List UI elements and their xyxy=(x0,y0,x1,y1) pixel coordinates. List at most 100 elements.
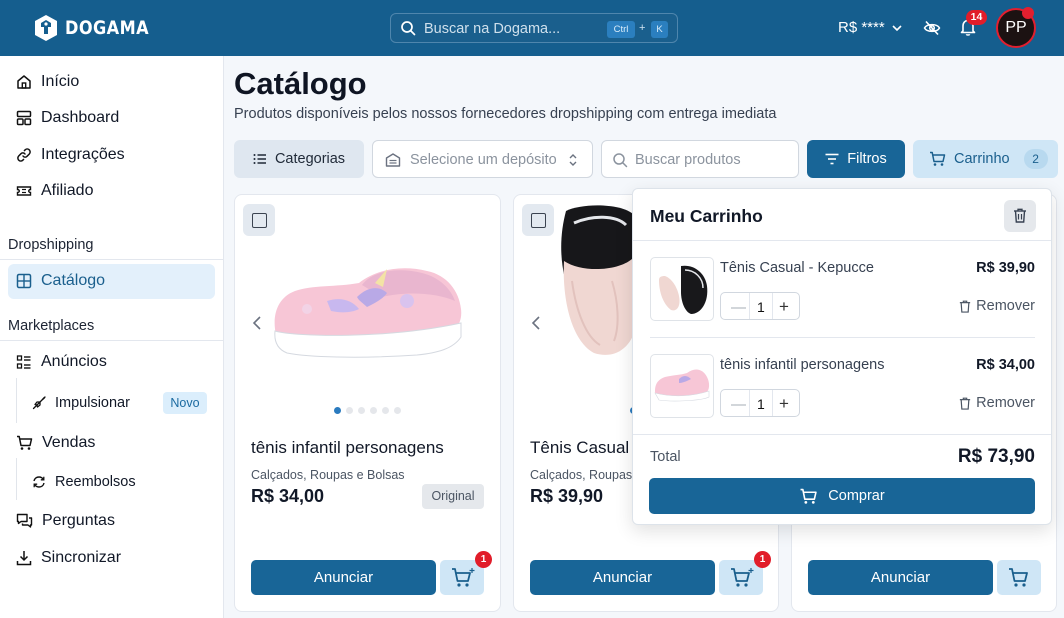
cart-item-image xyxy=(650,354,714,418)
anunciar-button[interactable]: Anunciar xyxy=(808,560,993,595)
sidebar-item-label: Impulsionar xyxy=(55,395,130,411)
sidebar-item-reembolsos[interactable]: Reembolsos xyxy=(32,474,136,490)
decrease-button[interactable]: — xyxy=(731,299,746,316)
sidebar-item-vendas[interactable]: Vendas xyxy=(16,434,95,452)
add-to-cart-button[interactable] xyxy=(997,560,1041,595)
balance-value: R$ **** xyxy=(838,19,885,36)
cart-title: Meu Carrinho xyxy=(650,206,763,226)
chevron-left-icon[interactable] xyxy=(251,315,263,331)
sidebar-item-label: Integrações xyxy=(41,146,125,163)
remove-label: Remover xyxy=(976,298,1035,314)
sidebar-item-label: Catálogo xyxy=(41,272,106,289)
carousel-dot[interactable] xyxy=(334,407,341,414)
sneaker-image xyxy=(659,265,708,314)
anunciar-button[interactable]: Anunciar xyxy=(251,560,436,595)
home-icon xyxy=(17,75,31,89)
sidebar-item-label: Anúncios xyxy=(41,353,107,370)
warehouse-select[interactable]: Selecione um depósito xyxy=(372,140,593,178)
avatar-status-dot xyxy=(1022,7,1034,19)
remove-item-button[interactable]: Remover xyxy=(959,395,1035,411)
divider xyxy=(650,337,1035,338)
filters-label: Filtros xyxy=(847,151,887,167)
remove-item-button[interactable]: Remover xyxy=(959,298,1035,314)
divider xyxy=(633,240,1051,241)
chat-icon xyxy=(16,513,33,528)
refresh-icon xyxy=(33,476,45,488)
sidebar-item-label: Dashboard xyxy=(41,109,120,126)
increase-button[interactable]: + xyxy=(779,297,789,317)
cart-button[interactable]: Carrinho 2 xyxy=(913,140,1058,178)
carousel-dot[interactable] xyxy=(370,407,377,414)
sidebar-item-label: Sincronizar xyxy=(41,549,122,566)
shortcut-ctrl: Ctrl xyxy=(607,21,635,38)
sidebar-item-label: Reembolsos xyxy=(55,474,136,490)
sidebar-item-impulsionar[interactable]: Impulsionar xyxy=(32,395,130,411)
buy-label: Comprar xyxy=(828,488,885,504)
decrease-button[interactable]: — xyxy=(731,396,746,413)
link-icon xyxy=(17,148,31,162)
sidebar-item-integracoes[interactable]: Integrações xyxy=(16,146,125,164)
stepper-divider xyxy=(749,293,750,319)
sidebar-item-label: Início xyxy=(41,73,80,90)
cart-icon xyxy=(800,488,818,504)
total-label: Total xyxy=(650,449,681,465)
product-category: Calçados, Roupas e Bolsas xyxy=(251,468,405,482)
trash-icon xyxy=(960,300,971,313)
catalog-grid-icon xyxy=(16,273,32,289)
eye-off-icon[interactable] xyxy=(923,19,941,37)
chevron-left-icon[interactable] xyxy=(530,315,542,331)
sidebar-item-afiliado[interactable]: Afiliado xyxy=(16,182,93,200)
sneaker-image xyxy=(654,369,710,402)
select-checkbox[interactable] xyxy=(243,204,275,236)
sidebar-item-perguntas[interactable]: Perguntas xyxy=(16,512,115,530)
select-checkbox[interactable] xyxy=(522,204,554,236)
sidebar-item-catalogo[interactable]: Catálogo xyxy=(16,272,105,290)
rocket-icon xyxy=(32,396,46,410)
filters-button[interactable]: Filtros xyxy=(807,140,905,178)
product-search-input[interactable]: Buscar produtos xyxy=(601,140,799,178)
categories-button[interactable]: Categorias xyxy=(234,140,364,178)
sidebar-item-inicio[interactable]: Início xyxy=(16,73,79,91)
quantity-stepper[interactable]: — 1 + xyxy=(720,292,800,320)
carousel-dot[interactable] xyxy=(346,407,353,414)
cart-item-price: R$ 34,00 xyxy=(976,357,1035,373)
cart-item-name: tênis infantil personagens xyxy=(720,357,885,373)
global-search[interactable]: Buscar na Dogama... Ctrl + K xyxy=(390,13,678,43)
cart-dropdown: Meu Carrinho Tênis Casual - Kepucce R$ 3… xyxy=(632,188,1052,525)
balance-toggle[interactable]: R$ **** xyxy=(838,19,903,36)
download-icon xyxy=(16,551,32,566)
list-icon xyxy=(253,154,266,164)
brand-name: DOGAMA xyxy=(65,17,150,39)
clear-cart-button[interactable] xyxy=(1004,200,1036,232)
sidebar-item-dashboard[interactable]: Dashboard xyxy=(16,109,119,127)
sidebar-item-label: Afiliado xyxy=(41,182,94,199)
carousel-dot[interactable] xyxy=(358,407,365,414)
cart-plus-icon xyxy=(452,568,475,587)
image-carousel-dots[interactable] xyxy=(334,407,401,414)
search-icon xyxy=(613,153,628,168)
product-card: tênis infantil personagens Calçados, Rou… xyxy=(234,194,501,612)
warehouse-icon xyxy=(385,153,401,167)
cart-icon xyxy=(17,435,33,450)
section-dropshipping: Dropshipping xyxy=(8,237,94,253)
page-title: Catálogo xyxy=(234,66,367,101)
product-name[interactable]: tênis infantil personagens xyxy=(251,438,444,458)
carousel-dot[interactable] xyxy=(394,407,401,414)
cart-item-name: Tênis Casual - Kepucce xyxy=(720,260,874,276)
anunciar-button[interactable]: Anunciar xyxy=(530,560,715,595)
increase-button[interactable]: + xyxy=(779,394,789,414)
cart-item-image xyxy=(650,257,714,321)
cart-item-price: R$ 39,90 xyxy=(976,260,1035,276)
quantity-stepper[interactable]: — 1 + xyxy=(720,389,800,417)
cart-icon xyxy=(930,151,946,166)
stepper-divider xyxy=(772,390,773,416)
sidebar-item-anuncios[interactable]: Anúncios xyxy=(16,353,107,371)
cart-quantity-badge: 1 xyxy=(475,551,492,568)
brand-logo[interactable]: DOGAMA xyxy=(33,14,164,42)
product-price: R$ 39,90 xyxy=(530,486,604,506)
buy-button[interactable]: Comprar xyxy=(649,478,1035,514)
carousel-dot[interactable] xyxy=(382,407,389,414)
search-icon xyxy=(401,21,416,36)
sidebar-item-sincronizar[interactable]: Sincronizar xyxy=(16,549,121,567)
quantity-value: 1 xyxy=(757,396,765,412)
